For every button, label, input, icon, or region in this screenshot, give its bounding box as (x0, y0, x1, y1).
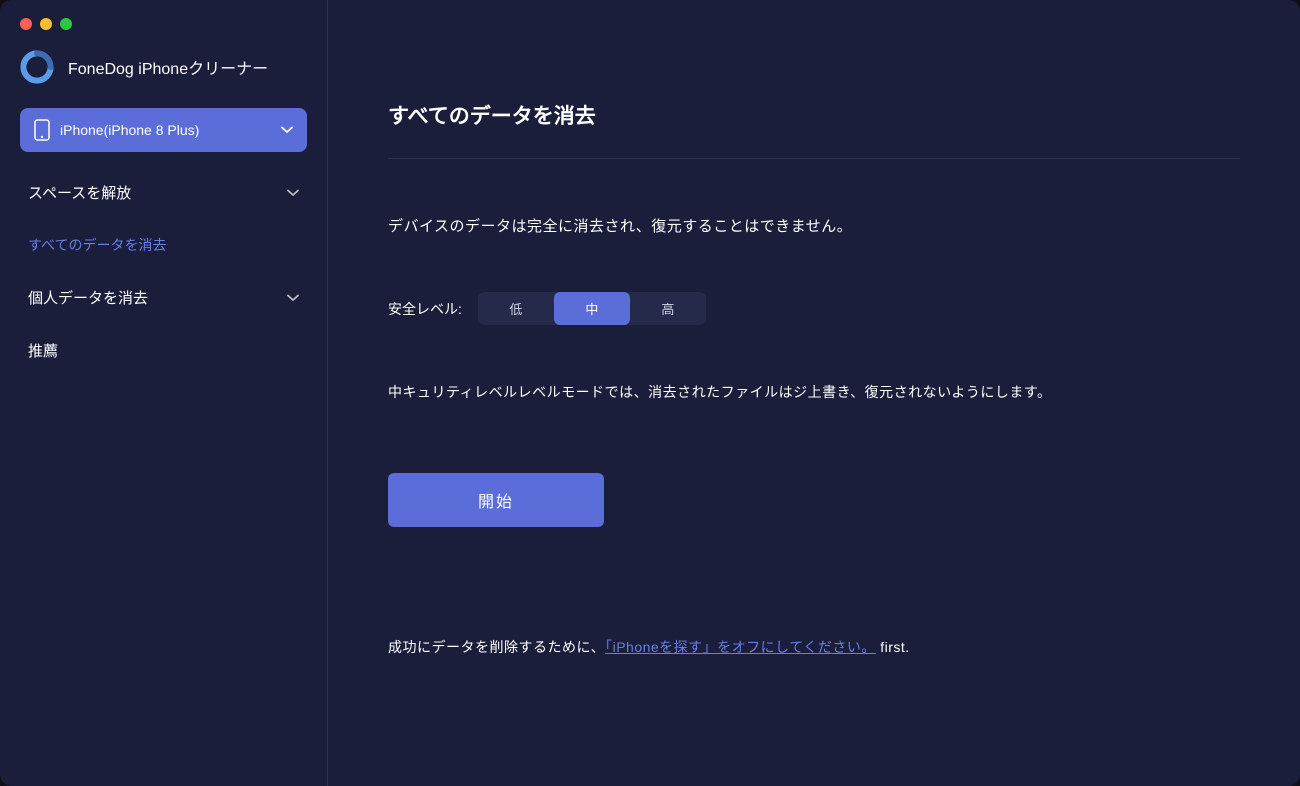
sidebar-item-erase-private[interactable]: 個人データを消去 (0, 271, 327, 324)
footer-note: 成功にデータを削除するために、「iPhoneを探す」をオフにしてください。 fi… (388, 637, 1240, 657)
maximize-window-button[interactable] (60, 18, 72, 30)
chevron-down-icon (281, 126, 293, 134)
window-controls (0, 0, 327, 30)
security-option-medium[interactable]: 中 (554, 292, 630, 325)
sidebar-item-label: すべてのデータを消去 (28, 235, 166, 255)
app-title: FoneDog iPhoneクリーナー (68, 55, 268, 79)
app-header: FoneDog iPhoneクリーナー (0, 30, 327, 108)
security-level-row: 安全レベル: 低 中 高 (388, 292, 1240, 325)
divider (388, 158, 1240, 159)
security-level-segment: 低 中 高 (478, 292, 706, 325)
minimize-window-button[interactable] (40, 18, 52, 30)
security-level-label: 安全レベル: (388, 299, 462, 319)
close-window-button[interactable] (20, 18, 32, 30)
sidebar-item-label: 個人データを消去 (28, 287, 148, 308)
sidebar-item-recommend[interactable]: 推薦 (0, 324, 327, 377)
security-description: 中キュリティレベルレベルモードでは、消去されたファイルはジ上書き、復元されないよ… (388, 381, 1240, 403)
sidebar-item-label: スペースを解放 (28, 182, 131, 203)
chevron-down-icon (287, 294, 299, 302)
security-option-low[interactable]: 低 (478, 292, 554, 325)
find-my-iphone-link[interactable]: 「iPhoneを探す」をオフにしてください。 (605, 639, 876, 655)
footer-suffix: first. (876, 639, 910, 655)
phone-icon (34, 119, 50, 141)
security-option-high[interactable]: 高 (630, 292, 706, 325)
chevron-down-icon (287, 189, 299, 197)
sidebar: FoneDog iPhoneクリーナー iPhone(iPhone 8 Plus… (0, 0, 328, 786)
page-title: すべてのデータを消去 (388, 100, 1240, 130)
app-window: FoneDog iPhoneクリーナー iPhone(iPhone 8 Plus… (0, 0, 1300, 786)
sidebar-item-label: 推薦 (28, 340, 58, 361)
sidebar-item-erase-all[interactable]: すべてのデータを消去 (0, 219, 327, 271)
footer-prefix: 成功にデータを削除するために、 (388, 639, 605, 655)
warning-text: デバイスのデータは完全に消去され、復元することはできません。 (388, 215, 1240, 236)
start-button[interactable]: 開始 (388, 473, 604, 527)
sidebar-item-free-space[interactable]: スペースを解放 (0, 166, 327, 219)
device-name: iPhone(iPhone 8 Plus) (60, 122, 271, 138)
app-logo-icon (20, 50, 54, 84)
main-content: すべてのデータを消去 デバイスのデータは完全に消去され、復元することはできません… (328, 0, 1300, 786)
device-selector[interactable]: iPhone(iPhone 8 Plus) (20, 108, 307, 152)
